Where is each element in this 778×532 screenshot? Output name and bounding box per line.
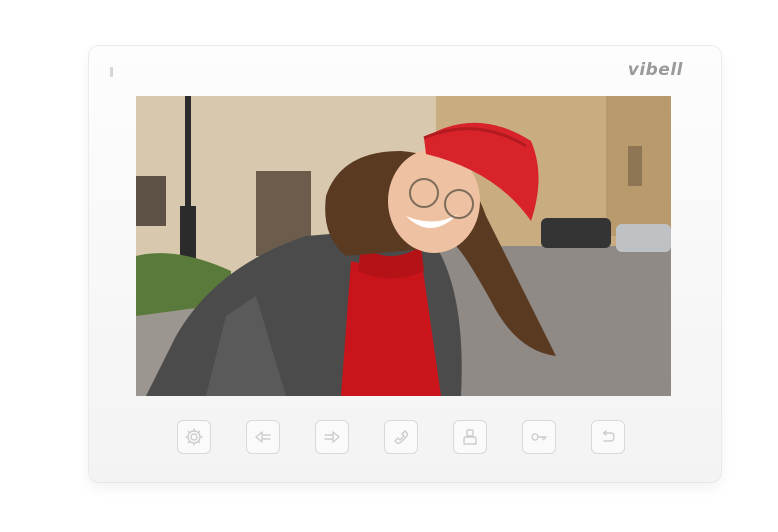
person-icon [463, 429, 477, 445]
return-icon [602, 430, 615, 442]
video-door-monitor: vibell [89, 46, 721, 482]
talk-button[interactable] [384, 420, 418, 454]
video-screen[interactable] [136, 96, 671, 396]
unlock-button[interactable] [522, 420, 556, 454]
arrow-left-icon [255, 431, 271, 443]
brand-logo: vibell [627, 60, 683, 80]
control-button-row [177, 420, 629, 458]
intercom-button[interactable] [453, 420, 487, 454]
phone-handset-icon [394, 430, 409, 445]
video-feed-image [136, 96, 671, 396]
key-icon [531, 433, 547, 441]
monitor-right-button[interactable] [315, 420, 349, 454]
back-button[interactable] [591, 420, 625, 454]
settings-button[interactable] [177, 420, 211, 454]
arrow-right-icon [324, 431, 340, 443]
monitor-left-button[interactable] [246, 420, 280, 454]
gear-icon [185, 428, 203, 446]
status-led [110, 67, 113, 77]
